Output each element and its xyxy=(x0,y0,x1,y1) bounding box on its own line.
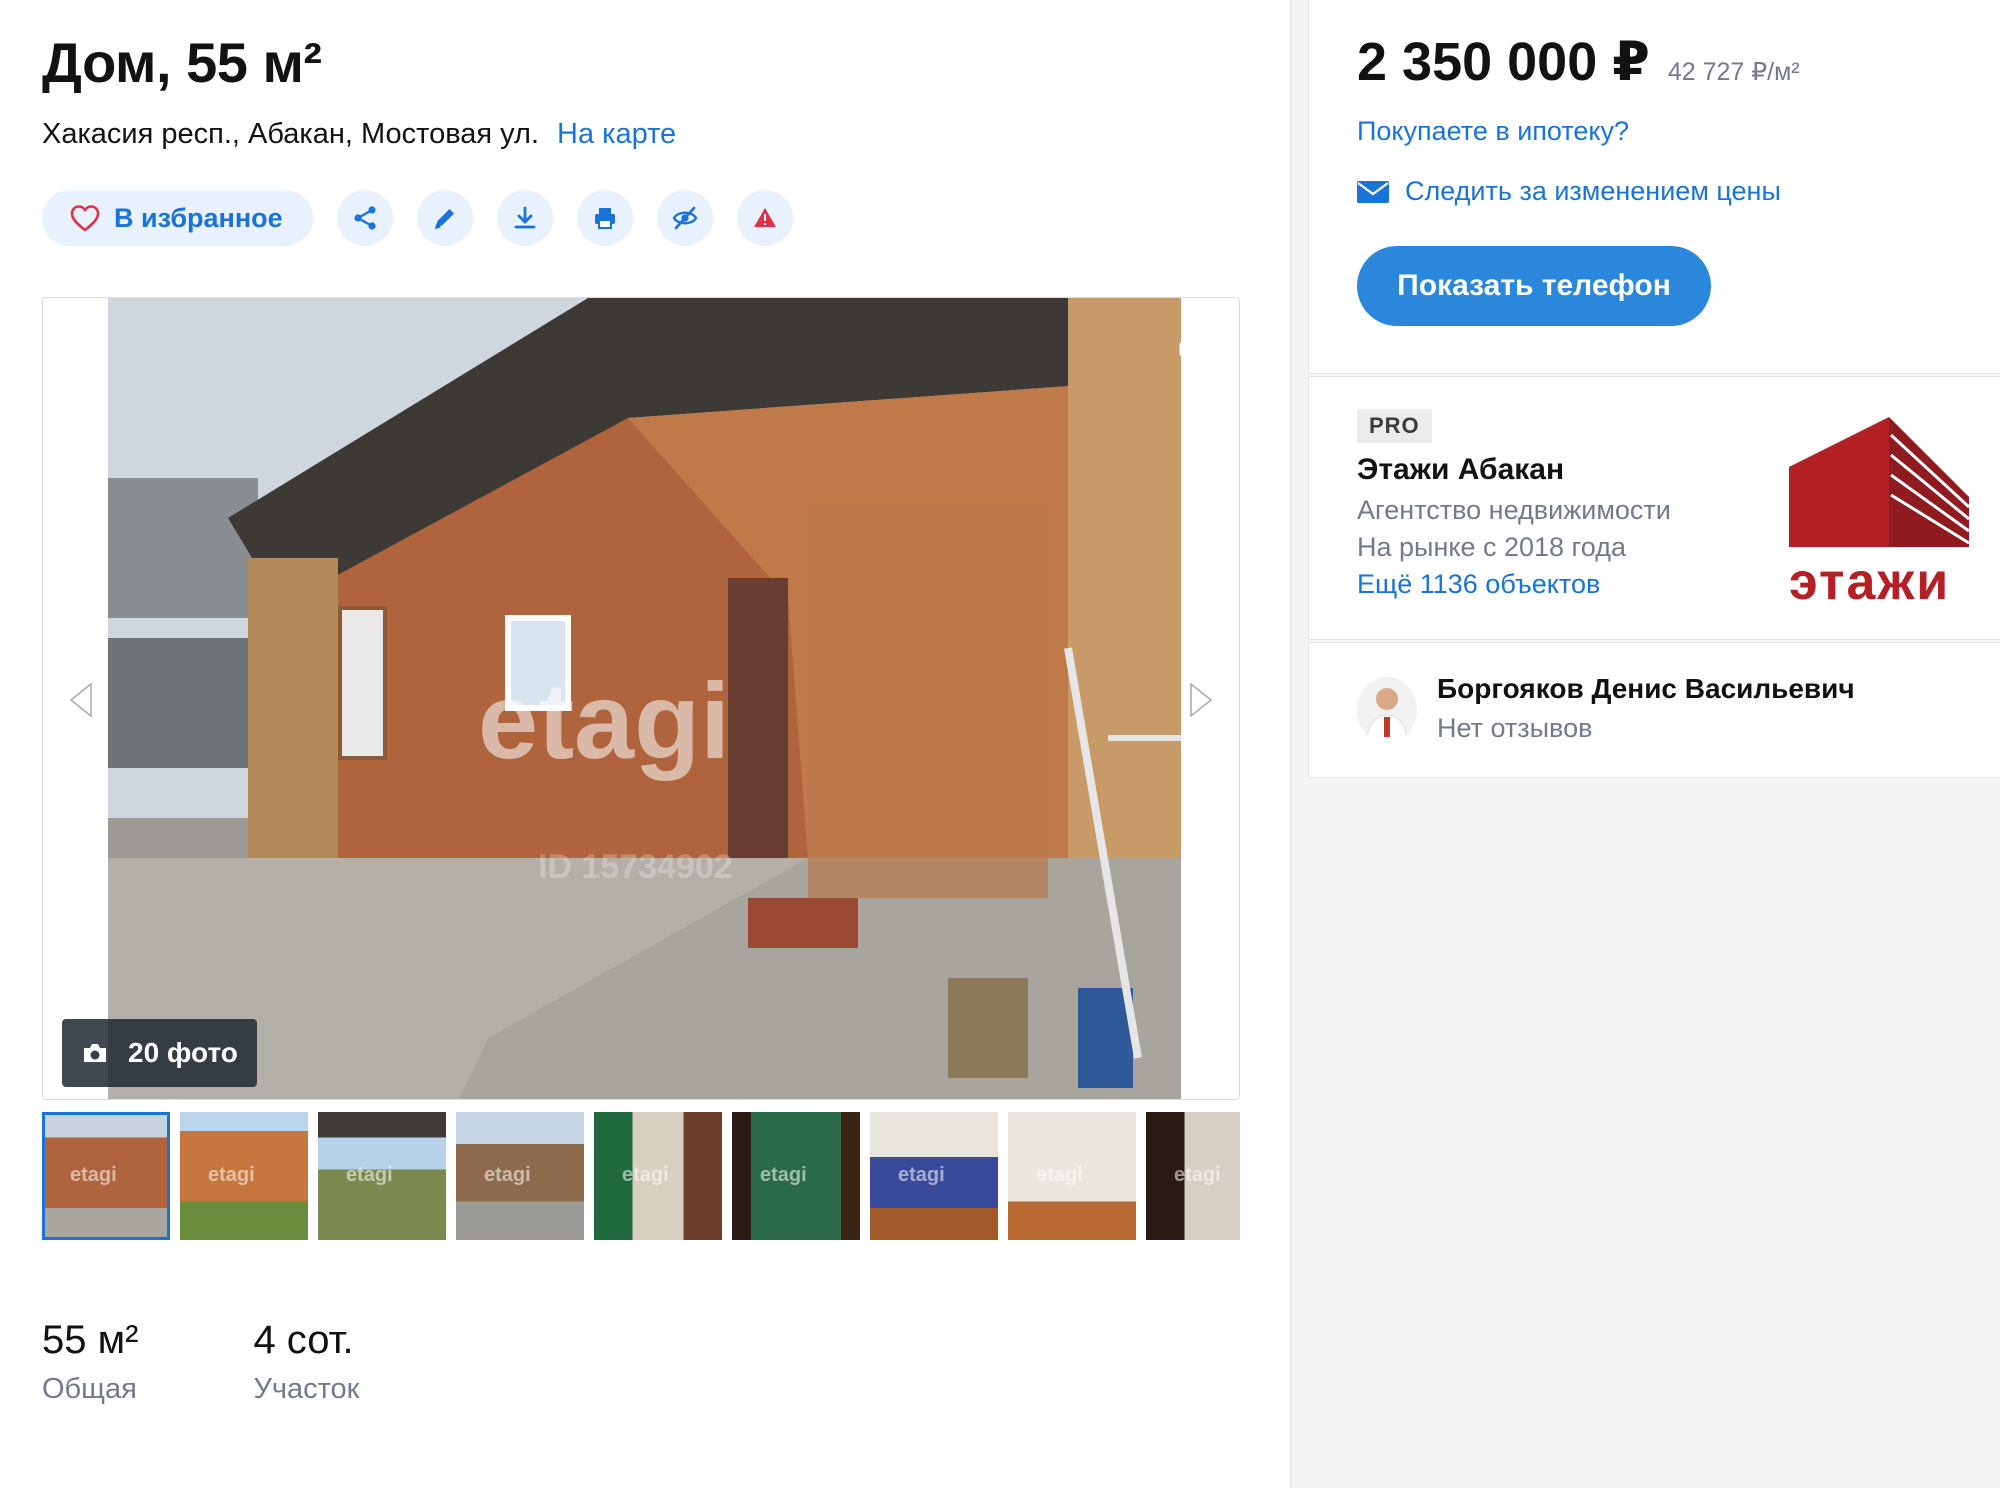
listing-main: Дом, 55 м² Хакасия респ., Абакан, Мостов… xyxy=(42,0,1240,1488)
etagi-building-logo xyxy=(1789,417,1971,547)
avatar[interactable] xyxy=(1357,677,1417,743)
watermark: etagi xyxy=(478,660,730,781)
next-photo-icon[interactable] xyxy=(1183,680,1217,720)
agency-more-link[interactable]: Ещё 1136 объектов xyxy=(1357,569,1600,600)
mortgage-link[interactable]: Покупаете в ипотеку? xyxy=(1357,116,1629,147)
fact-value: 4 сот. xyxy=(253,1318,354,1362)
thumbnail-7[interactable]: etagi xyxy=(870,1112,998,1240)
photo-id: ID 15734902 xyxy=(538,848,733,886)
share-icon xyxy=(354,206,376,230)
agent-name[interactable]: Боргояков Денис Васильевич xyxy=(1437,673,1855,705)
house-photo: etagi ID 15734902 xyxy=(108,298,1181,1099)
hide-icon xyxy=(672,206,698,230)
price-card: 2 350 000 ₽ 42 727 ₽/м² Покупаете в ипот… xyxy=(1308,0,2000,374)
photo-count-label: 20 фото xyxy=(128,1037,238,1068)
agency-since: На рынке с 2018 года xyxy=(1357,532,1626,562)
address-row: Хакасия респ., Абакан, Мостовая ул. На к… xyxy=(42,118,676,151)
fact-area: 55 м² Общая xyxy=(42,1318,138,1406)
agent-reviews: Нет отзывов xyxy=(1437,713,1593,743)
thumbnail-5[interactable]: etagi xyxy=(594,1112,722,1240)
favorite-button[interactable]: В избранное xyxy=(42,190,313,246)
agent-card: Боргояков Денис Васильевич Нет отзывов xyxy=(1308,642,2000,778)
mail-icon xyxy=(1357,180,1389,203)
action-toolbar: В избранное xyxy=(42,190,793,246)
photo-gallery: etagi ID 15734902 20 фото xyxy=(42,297,1240,1100)
thumbnail-9[interactable]: etagi xyxy=(1146,1112,1240,1240)
thumbnail-6[interactable]: etagi xyxy=(732,1112,860,1240)
main-photo[interactable]: etagi ID 15734902 xyxy=(108,298,1181,1099)
thumbnail-4[interactable]: etagi xyxy=(456,1112,584,1240)
fact-label: Общая xyxy=(42,1373,137,1405)
hide-button[interactable] xyxy=(656,190,713,246)
camera-icon xyxy=(84,1044,106,1062)
logo-text: этажи xyxy=(1789,553,1951,611)
price-per-sqm: 42 727 ₽/м² xyxy=(1667,58,1800,86)
fact-value: 55 м² xyxy=(42,1318,139,1362)
address-text: Хакасия респ., Абакан, Мостовая ул. xyxy=(42,118,540,150)
show-phone-label: Показать телефон xyxy=(1397,269,1671,302)
edit-icon xyxy=(434,209,454,229)
thumbnail-strip: etagi etagi etagi etagi etagi etagi etag… xyxy=(42,1112,1240,1240)
pro-badge: PRO xyxy=(1357,409,1432,443)
thumbnail-8[interactable]: etagi xyxy=(1008,1112,1136,1240)
heart-icon xyxy=(70,205,100,232)
fact-label: Участок xyxy=(253,1373,360,1405)
download-icon xyxy=(514,206,536,229)
download-button[interactable] xyxy=(496,190,553,246)
property-facts: 55 м² Общая 4 сот. Участок xyxy=(42,1318,474,1406)
expand-icon[interactable] xyxy=(1177,324,1211,358)
print-icon xyxy=(594,208,615,229)
map-link[interactable]: На карте xyxy=(557,118,676,151)
agency-type: Агентство недвижимости xyxy=(1357,495,1671,525)
agency-name[interactable]: Этажи Абакан xyxy=(1357,453,1564,487)
prev-photo-icon[interactable] xyxy=(65,680,99,720)
agent-photo xyxy=(1357,677,1417,743)
thumbnail-2[interactable]: etagi xyxy=(180,1112,308,1240)
thumbnail-3[interactable]: etagi xyxy=(318,1112,446,1240)
watch-label: Следить за изменением цены xyxy=(1405,176,1781,206)
agency-logo[interactable]: этажи xyxy=(1779,407,1979,611)
price-row: 2 350 000 ₽ 42 727 ₽/м² xyxy=(1357,30,1800,93)
show-phone-button[interactable]: Показать телефон xyxy=(1357,246,1711,326)
agency-card: PRO Этажи Абакан Агентство недвижимости … xyxy=(1308,376,2000,640)
page-title: Дом, 55 м² xyxy=(42,31,322,94)
watch-price-link[interactable]: Следить за изменением цены xyxy=(1357,176,1781,207)
share-button[interactable] xyxy=(336,190,393,246)
thumbnail-1[interactable]: etagi xyxy=(42,1112,170,1240)
report-button[interactable] xyxy=(736,190,793,246)
edit-button[interactable] xyxy=(416,190,473,246)
photo-count-badge[interactable]: 20 фото xyxy=(62,1019,257,1087)
print-button[interactable] xyxy=(576,190,633,246)
favorite-label: В избранное xyxy=(114,202,283,233)
price-total: 2 350 000 ₽ xyxy=(1357,32,1650,92)
warning-icon xyxy=(753,208,776,227)
fact-plot: 4 сот. Участок xyxy=(253,1318,359,1406)
